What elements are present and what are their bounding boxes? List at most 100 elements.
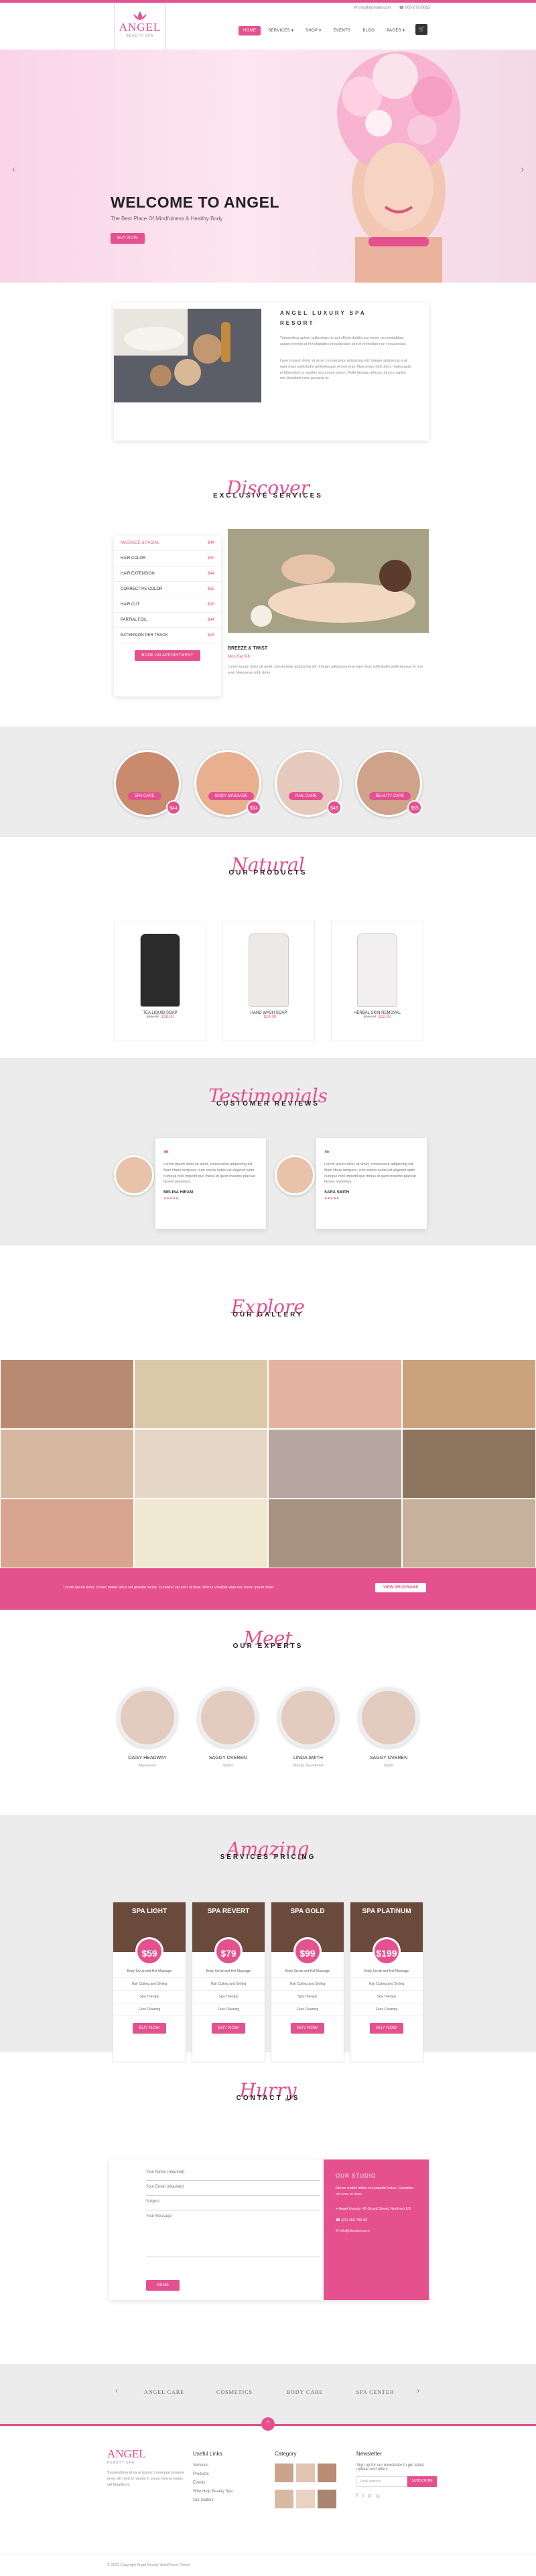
newsletter-email-input[interactable]: Email address xyxy=(356,2476,408,2487)
gallery-image[interactable] xyxy=(134,1499,268,1568)
product-price: $14.00 xyxy=(263,1015,277,1019)
footer-link[interactable]: Events xyxy=(193,2481,253,2485)
footer-link[interactable]: Services xyxy=(193,2464,253,2468)
plan-buy-button[interactable]: BUY NOW xyxy=(132,2023,167,2034)
gallery-image[interactable] xyxy=(0,1429,134,1499)
nav-item-4[interactable]: BLOG xyxy=(358,26,379,35)
footer-links-title: Useful Links xyxy=(193,2451,222,2457)
expert-name: LINDA SMITH xyxy=(293,1756,323,1760)
gallery-image[interactable] xyxy=(268,1429,402,1499)
gallery-image[interactable] xyxy=(402,1429,536,1499)
expert-photo[interactable] xyxy=(278,1687,338,1748)
category-thumbnail[interactable] xyxy=(275,2464,293,2482)
nav-item-1[interactable]: SERVICES ▾ xyxy=(263,25,298,35)
send-button[interactable]: SEND xyxy=(146,2280,180,2291)
gallery-image[interactable] xyxy=(134,1429,268,1499)
contact-field[interactable]: Your Name (required) xyxy=(146,2166,320,2181)
gallery-image[interactable] xyxy=(402,1359,536,1429)
slider-prev-icon[interactable]: ‹ xyxy=(12,163,15,174)
nav-item-5[interactable]: PAGES ▾ xyxy=(382,25,409,35)
plan-buy-button[interactable]: BUY NOW xyxy=(290,2023,325,2034)
gallery-image[interactable] xyxy=(0,1499,134,1568)
plan-feature: Hair Cutting and Styling xyxy=(271,1978,344,1991)
contact-caps: CONTACT US xyxy=(236,2095,300,2102)
service-row[interactable]: PARTIAL FOIL $44 xyxy=(114,613,221,628)
product-image xyxy=(357,933,397,1007)
hero-subtitle: The Best Place Of Mindfulness & Healthy … xyxy=(111,216,223,222)
service-price: $44 xyxy=(207,572,214,576)
massage-image xyxy=(228,529,429,633)
service-row[interactable]: HAIR CUT $28 xyxy=(114,597,221,613)
footer-category-title: Category xyxy=(275,2451,297,2457)
experts-caps: OUR EXPERTS xyxy=(232,1643,304,1650)
product-card[interactable]: HERBAL SKIN REMOVAL $16.00 $12.00 xyxy=(331,921,423,1041)
footer-link[interactable]: Products xyxy=(193,2472,253,2476)
email-text[interactable]: ✉ info@domain.com xyxy=(354,5,391,10)
book-appointment-button[interactable]: BOOK AN APPOINTMENT xyxy=(135,650,200,661)
instagram-icon[interactable]: ◎ xyxy=(376,2494,380,2499)
expert-photo[interactable] xyxy=(117,1687,178,1748)
testimonial-text: Lorem ipsum dolor sit amet, consectetur … xyxy=(163,1162,255,1185)
newsletter-text: Sign up for our newsletter to get latest… xyxy=(356,2464,425,2472)
service-row[interactable]: HAIR COLOR $40 xyxy=(114,551,221,566)
brand-logo[interactable]: SPA CENTER xyxy=(345,2389,405,2395)
gallery-image[interactable] xyxy=(268,1359,402,1429)
gallery-image[interactable] xyxy=(134,1359,268,1429)
nav-item-0[interactable]: HOME xyxy=(239,25,261,35)
pricing-heading: Amazing SERVICES PRICING xyxy=(0,1838,536,1861)
service-row[interactable]: EXTENSION PER TRACK $34 xyxy=(114,628,221,643)
rating-stars: ★★★★★ xyxy=(324,1197,340,1201)
products-caps: OUR PRODUCTS xyxy=(228,869,308,877)
twitter-icon[interactable]: t xyxy=(362,2494,364,2499)
nav-item-3[interactable]: EVENTS xyxy=(329,26,356,35)
subscribe-button[interactable]: SUBSCRIBE xyxy=(407,2476,437,2487)
service-row[interactable]: HAIR EXTENSION $44 xyxy=(114,566,221,582)
view-programs-button[interactable]: VIEW PROGRAMS xyxy=(375,1583,427,1592)
gallery-image[interactable] xyxy=(0,1359,134,1429)
contact-field[interactable]: Your Email (required) xyxy=(146,2181,320,2196)
brand-logo[interactable]: BODY CARE xyxy=(275,2389,335,2395)
plan-feature: Spa Therapy xyxy=(192,1991,265,2003)
studio-email-row[interactable]: ✉ info@domain.com xyxy=(336,2229,417,2233)
nav-item-2[interactable]: SHOP ▾ xyxy=(301,25,326,35)
plan-button-wrap: BUY NOW xyxy=(350,2016,423,2034)
footer-link[interactable]: Who Help Beauty Spa xyxy=(193,2490,253,2494)
contact-field[interactable]: Your Message xyxy=(146,2210,320,2257)
footer-link[interactable]: Our Gallery xyxy=(193,2498,253,2502)
service-row[interactable]: CORRECTIVE COLOR $55 xyxy=(114,582,221,597)
back-to-top-icon[interactable]: ⌃ xyxy=(261,2417,275,2431)
plan-feature: Spa Therapy xyxy=(350,1991,423,2003)
studio-text: Donec mattis tellus vel gravida luctus. … xyxy=(336,2186,414,2196)
facebook-icon[interactable]: f xyxy=(356,2494,358,2499)
category-thumbnail[interactable] xyxy=(296,2490,315,2508)
cart-icon: 🛒 xyxy=(418,26,425,32)
brands-prev-icon[interactable]: ‹ xyxy=(115,2386,118,2395)
category-thumbnail[interactable] xyxy=(275,2490,293,2508)
pinterest-icon[interactable]: p xyxy=(368,2494,371,2499)
product-card[interactable]: HAND WASH SOAP $14.00 xyxy=(222,921,315,1041)
gallery-image[interactable] xyxy=(268,1499,402,1568)
expert-photo[interactable] xyxy=(358,1687,419,1748)
expert-photo[interactable] xyxy=(198,1687,258,1748)
service-row[interactable]: MASSAGE & FACIAL $44 xyxy=(114,536,221,551)
category-thumbnail[interactable] xyxy=(318,2464,336,2482)
category-thumbnail[interactable] xyxy=(318,2490,336,2508)
plan-buy-button[interactable]: BUY NOW xyxy=(369,2023,404,2034)
plan-feature: Spa Therapy xyxy=(113,1991,186,2003)
brand-logo[interactable]: COSMETICS xyxy=(204,2389,265,2395)
footer-logo[interactable]: ANGEL xyxy=(107,2447,188,2461)
gallery-image[interactable] xyxy=(402,1499,536,1568)
site-logo[interactable]: ANGEL BEAUTY SPA xyxy=(114,3,166,52)
product-card[interactable]: TEA LIQUID SOAP $16.00 $18.00 xyxy=(114,921,206,1041)
plan-buy-button[interactable]: BUY NOW xyxy=(211,2023,246,2034)
slider-next-icon[interactable]: › xyxy=(521,163,524,174)
studio-address: Angel Beauty, 45 Grand Street, Northern … xyxy=(338,2206,411,2211)
contact-field[interactable]: Subject xyxy=(146,2196,320,2210)
plan-price: $99 xyxy=(293,1937,322,1965)
cart-button[interactable]: 🛒 xyxy=(415,24,427,35)
brand-logo[interactable]: ANGEL CARE xyxy=(134,2389,194,2395)
category-thumbnail[interactable] xyxy=(296,2464,315,2482)
hero-buy-button[interactable]: BUY NOW xyxy=(111,233,145,244)
category-label: SPA CARE xyxy=(128,792,161,800)
brands-next-icon[interactable]: › xyxy=(417,2386,419,2395)
